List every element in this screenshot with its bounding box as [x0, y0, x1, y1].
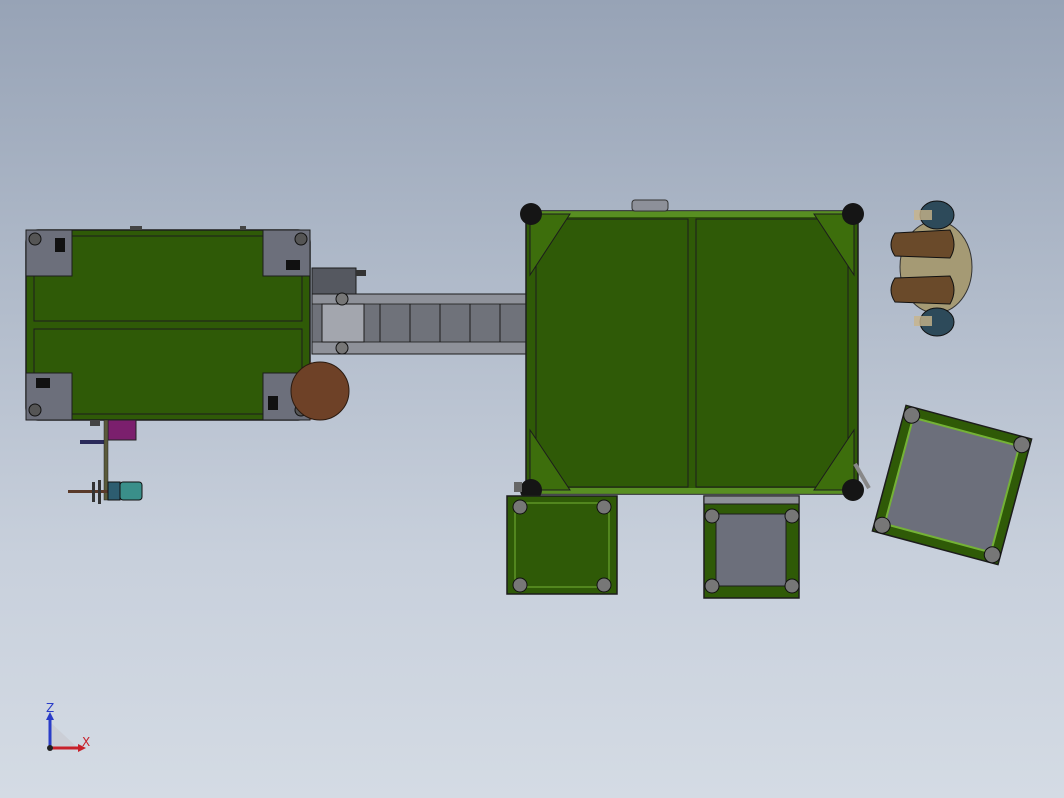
operator-figure[interactable] — [890, 200, 973, 337]
cad-viewport[interactable]: Z X — [0, 0, 1064, 798]
conveyor[interactable] — [311, 267, 527, 355]
small-frame-middle[interactable] — [703, 495, 800, 599]
x-axis-label: X — [82, 735, 90, 749]
main-frame[interactable] — [514, 199, 871, 501]
small-frame-left[interactable] — [506, 495, 618, 595]
coordinate-triad: Z X — [46, 701, 90, 752]
left-machine[interactable] — [25, 226, 350, 504]
cad-model-canvas[interactable]: Z X — [0, 0, 1064, 798]
z-axis-label: Z — [46, 701, 54, 715]
rotated-frame[interactable] — [871, 404, 1033, 566]
